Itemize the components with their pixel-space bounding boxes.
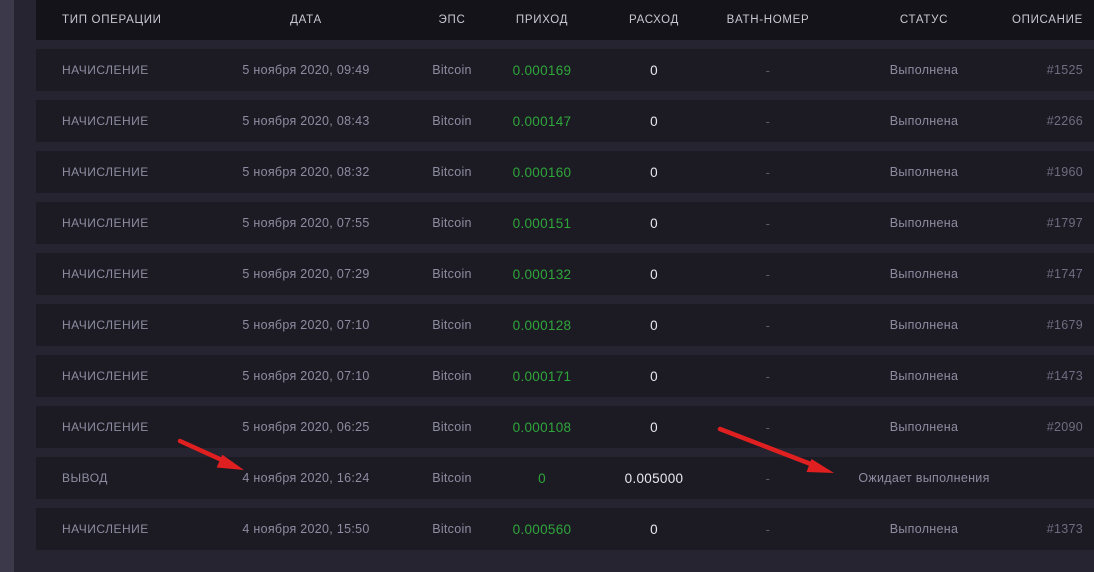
- column-header-date[interactable]: ДАТА: [216, 0, 396, 40]
- cell-desc: #1797: [1046, 216, 1083, 230]
- table-row[interactable]: НАЧИСЛЕНИЕ 5 ноября 2020, 07:10 Bitcoin 0.0…: [36, 304, 1094, 346]
- cell-desc: #1679: [1046, 318, 1083, 332]
- column-header-type[interactable]: ТИП ОПЕРАЦИИ: [36, 0, 236, 40]
- table-row[interactable]: НАЧИСЛЕНИЕ 5 ноября 2020, 07:29 Bitcoin 0.0…: [36, 253, 1094, 295]
- cell-desc: #1960: [1046, 165, 1083, 179]
- cell-desc: #1525: [1046, 63, 1083, 77]
- cell-type: ВЫВОД: [62, 471, 108, 485]
- cell-date: 5 ноября 2020, 07:55: [242, 216, 370, 230]
- cell-desc: #1473: [1046, 369, 1083, 383]
- cell-desc: #1747: [1046, 267, 1083, 281]
- table-row[interactable]: ВЫВОД 4 ноября 2020, 16:24 Bitcoin 0 0.00500…: [36, 457, 1094, 499]
- transactions-page: ТИП ОПЕРАЦИИ ДАТА ЭПС ПРИХОД РАСХОД BATH-НОМЕ…: [0, 0, 1094, 572]
- cell-date: 4 ноября 2020, 15:50: [242, 522, 370, 536]
- cell-desc: #1373: [1046, 522, 1083, 536]
- cell-type: НАЧИСЛЕНИЕ: [62, 369, 149, 383]
- cell-date: 5 ноября 2020, 06:25: [242, 420, 370, 434]
- table-row[interactable]: НАЧИСЛЕНИЕ 5 ноября 2020, 08:32 Bitcoin 0.0…: [36, 151, 1094, 193]
- table-row[interactable]: НАЧИСЛЕНИЕ 5 ноября 2020, 07:10 Bitcoin 0.0…: [36, 355, 1094, 397]
- cell-date: 5 ноября 2020, 08:32: [242, 165, 370, 179]
- cell-type: НАЧИСЛЕНИЕ: [62, 165, 149, 179]
- cell-date: 5 ноября 2020, 08:43: [242, 114, 370, 128]
- cell-type: НАЧИСЛЕНИЕ: [62, 267, 149, 281]
- cell-desc: #2266: [1046, 114, 1083, 128]
- table-row[interactable]: НАЧИСЛЕНИЕ 5 ноября 2020, 06:25 Bitcoin 0.0…: [36, 406, 1094, 448]
- table-row[interactable]: НАЧИСЛЕНИЕ 5 ноября 2020, 07:55 Bitcoin 0.0…: [36, 202, 1094, 244]
- cell-type: НАЧИСЛЕНИЕ: [62, 216, 149, 230]
- cell-date: 5 ноября 2020, 07:10: [242, 318, 370, 332]
- cell-desc: #2090: [1046, 420, 1083, 434]
- table-row[interactable]: НАЧИСЛЕНИЕ 4 ноября 2020, 15:50 Bitcoin 0.0…: [36, 508, 1094, 550]
- cell-desc: [966, 457, 1094, 499]
- cell-type: НАЧИСЛЕНИЕ: [62, 114, 149, 128]
- cell-date: 5 ноября 2020, 09:49: [242, 63, 370, 77]
- transactions-content-pane: ТИП ОПЕРАЦИИ ДАТА ЭПС ПРИХОД РАСХОД BATH-НОМЕ…: [36, 0, 1094, 572]
- cell-type: НАЧИСЛЕНИЕ: [62, 318, 149, 332]
- table-row[interactable]: НАЧИСЛЕНИЕ 5 ноября 2020, 08:43 Bitcoin 0.0…: [36, 100, 1094, 142]
- cell-date: 5 ноября 2020, 07:29: [242, 267, 370, 281]
- table-row[interactable]: НАЧИСЛЕНИЕ 5 ноября 2020, 09:49 Bitcoin 0.0…: [36, 49, 1094, 91]
- column-header-desc[interactable]: ОПИСАНИЕ: [966, 0, 1094, 40]
- cell-date: 5 ноября 2020, 07:10: [242, 369, 370, 383]
- cell-date: 4 ноября 2020, 16:24: [242, 471, 370, 485]
- left-outer-rail: [0, 0, 14, 572]
- cell-type: НАЧИСЛЕНИЕ: [62, 63, 149, 77]
- cell-type: НАЧИСЛЕНИЕ: [62, 420, 149, 434]
- cell-type: НАЧИСЛЕНИЕ: [62, 522, 149, 536]
- left-inner-rail: [14, 0, 36, 572]
- table-header-row: ТИП ОПЕРАЦИИ ДАТА ЭПС ПРИХОД РАСХОД BATH-НОМЕ…: [36, 0, 1094, 40]
